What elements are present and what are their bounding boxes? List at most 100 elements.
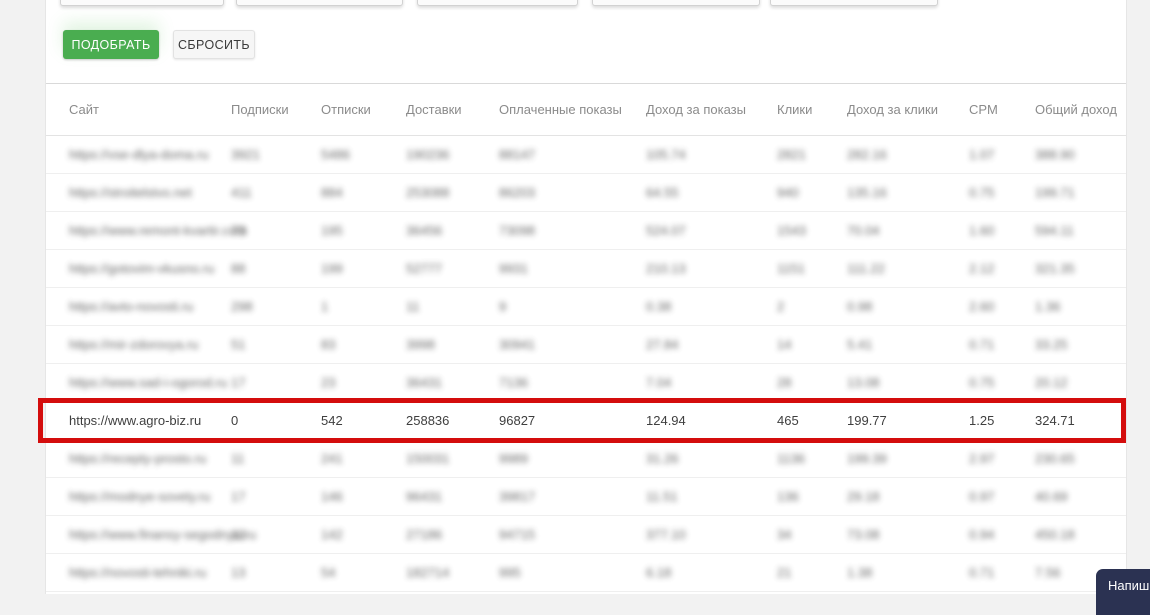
value-cell: 13 [231,527,246,542]
column-header-3: Отписки [321,102,371,117]
value-cell: 2.97 [969,451,995,466]
value-cell: 105.74 [646,147,686,162]
column-header-5: Оплаченные показы [499,102,622,117]
value-cell: 7.04 [646,375,672,390]
filter-input-3[interactable] [417,0,578,6]
table-row[interactable]: https://www.sad-i-ogorod.ru 17 23 36431 7136… [46,364,1126,402]
value-cell: 23 [321,375,336,390]
value-cell: 388.90 [1035,147,1075,162]
value-cell: 124.94 [646,413,686,428]
column-header-2: Подписки [231,102,289,117]
value-cell: 39817 [499,489,536,504]
value-cell: 14 [777,337,792,352]
value-cell: 199.77 [847,413,887,428]
value-cell: 0.38 [646,299,672,314]
value-cell: 199 [321,261,343,276]
value-cell: 0.71 [969,337,995,352]
column-header-1: Сайт [69,102,99,117]
filter-input-1[interactable] [60,0,224,6]
table-row[interactable]: https://avto-novosti.ru 298 1 11 9 0.38 2 0.98 2… [46,288,1126,326]
value-cell: 182714 [406,565,450,580]
value-cell: 995 [499,565,521,580]
value-cell: 94715 [499,527,536,542]
value-cell: 0.75 [969,375,995,390]
value-cell: 17 [231,375,246,390]
value-cell: 73.08 [847,527,880,542]
value-cell: 1.07 [969,147,995,162]
filter-input-4[interactable] [592,0,760,6]
value-cell: 2.12 [969,261,995,276]
table-row[interactable]: https://mir-zdorovya.ru 51 83 3998 30941 27.8… [46,326,1126,364]
value-cell: 33.25 [1035,337,1068,352]
column-header-7: Клики [777,102,813,117]
chat-label: Напишит [1108,578,1150,593]
value-cell: 450.18 [1035,527,1075,542]
table-row[interactable]: https://novosti-tehniki.ru 13 54 182714 995 6… [46,554,1126,592]
submit-button[interactable]: ПОДОБРАТЬ [63,30,159,59]
site-cell: https://avto-novosti.ru [69,299,194,314]
value-cell: 253088 [406,185,450,200]
filter-input-2[interactable] [236,0,403,6]
value-cell: 940 [777,185,799,200]
chat-widget[interactable]: Напишит [1096,569,1150,615]
value-cell: 142 [321,527,343,542]
value-cell: 524.07 [646,223,686,238]
value-cell: 1.38 [847,565,873,580]
reset-button[interactable]: СБРОСИТЬ [173,30,255,59]
value-cell: 27186 [406,527,443,542]
value-cell: 0.94 [969,527,995,542]
table-row[interactable]: https://stroitelstvo.net 411 884 253088 8620… [46,174,1126,212]
value-cell: 5486 [321,147,350,162]
value-cell: 30941 [499,337,536,352]
value-cell: 9989 [499,451,528,466]
table-row-highlighted[interactable]: https://www.agro-biz.ru 0 542 258836 96827 12… [46,402,1126,440]
table-header: Сайт Подписки Отписки Доставки Оплаченные по… [46,84,1126,136]
value-cell: 11.51 [646,489,678,504]
table-row[interactable]: https://recepty-prosto.ru 11 241 150031 9989… [46,440,1126,478]
value-cell: 195 [321,223,343,238]
value-cell: 0.75 [969,185,995,200]
value-cell: 9931 [499,261,528,276]
column-header-10: Общий доход [1035,102,1117,117]
column-header-9: CPM [969,102,998,117]
filter-bar: ПОДОБРАТЬ СБРОСИТЬ [46,0,1126,84]
site-cell: https://www.finansy-segodnya.ru [69,527,257,542]
value-cell: 13 [231,565,246,580]
value-cell: 96827 [499,413,536,428]
value-cell: 28 [777,375,792,390]
site-cell: https://www.remont-kvartir.com [69,223,247,238]
value-cell: 210.13 [646,261,686,276]
value-cell: 36431 [406,375,443,390]
value-cell: 1136 [777,451,805,466]
value-cell: 111.22 [847,261,885,276]
value-cell: 3998 [406,337,435,352]
value-cell: 11 [406,299,420,314]
value-cell: 411 [231,185,252,200]
site-cell: https://recepty-prosto.ru [69,451,207,466]
table-row[interactable]: https://vse-dlya-doma.ru 3921 5486 190236 88… [46,136,1126,174]
value-cell: 17 [231,489,246,504]
value-cell: 70.04 [847,223,880,238]
value-cell: 2 [777,299,785,314]
value-cell: 465 [777,413,799,428]
value-cell: 1.60 [969,223,995,238]
table-row[interactable]: https://modnye-sovety.ru 17 146 96431 39817 1… [46,478,1126,516]
value-cell: 31.26 [646,451,679,466]
filter-input-5[interactable] [770,0,938,6]
value-cell: 377.10 [646,527,686,542]
site-cell: https://modnye-sovety.ru [69,489,211,504]
value-cell: 86203 [499,185,536,200]
value-cell: 13.08 [847,375,880,390]
value-cell: 73 [231,223,246,238]
value-cell: 0.97 [969,489,995,504]
site-cell: https://mir-zdorovya.ru [69,337,199,352]
value-cell: 258836 [406,413,450,428]
site-cell: https://gotovim-vkusno.ru [69,261,215,276]
table-row[interactable]: https://www.remont-kvartir.com 73 195 36456… [46,212,1126,250]
site-cell: https://vse-dlya-doma.ru [69,147,209,162]
value-cell: 884 [321,185,343,200]
table-row[interactable]: https://gotovim-vkusno.ru 88 199 52777 9931 2… [46,250,1126,288]
value-cell: 230.65 [1035,451,1075,466]
site-cell: https://www.agro-biz.ru [69,413,202,428]
table-row[interactable]: https://www.finansy-segodnya.ru 13 142 2718… [46,516,1126,554]
